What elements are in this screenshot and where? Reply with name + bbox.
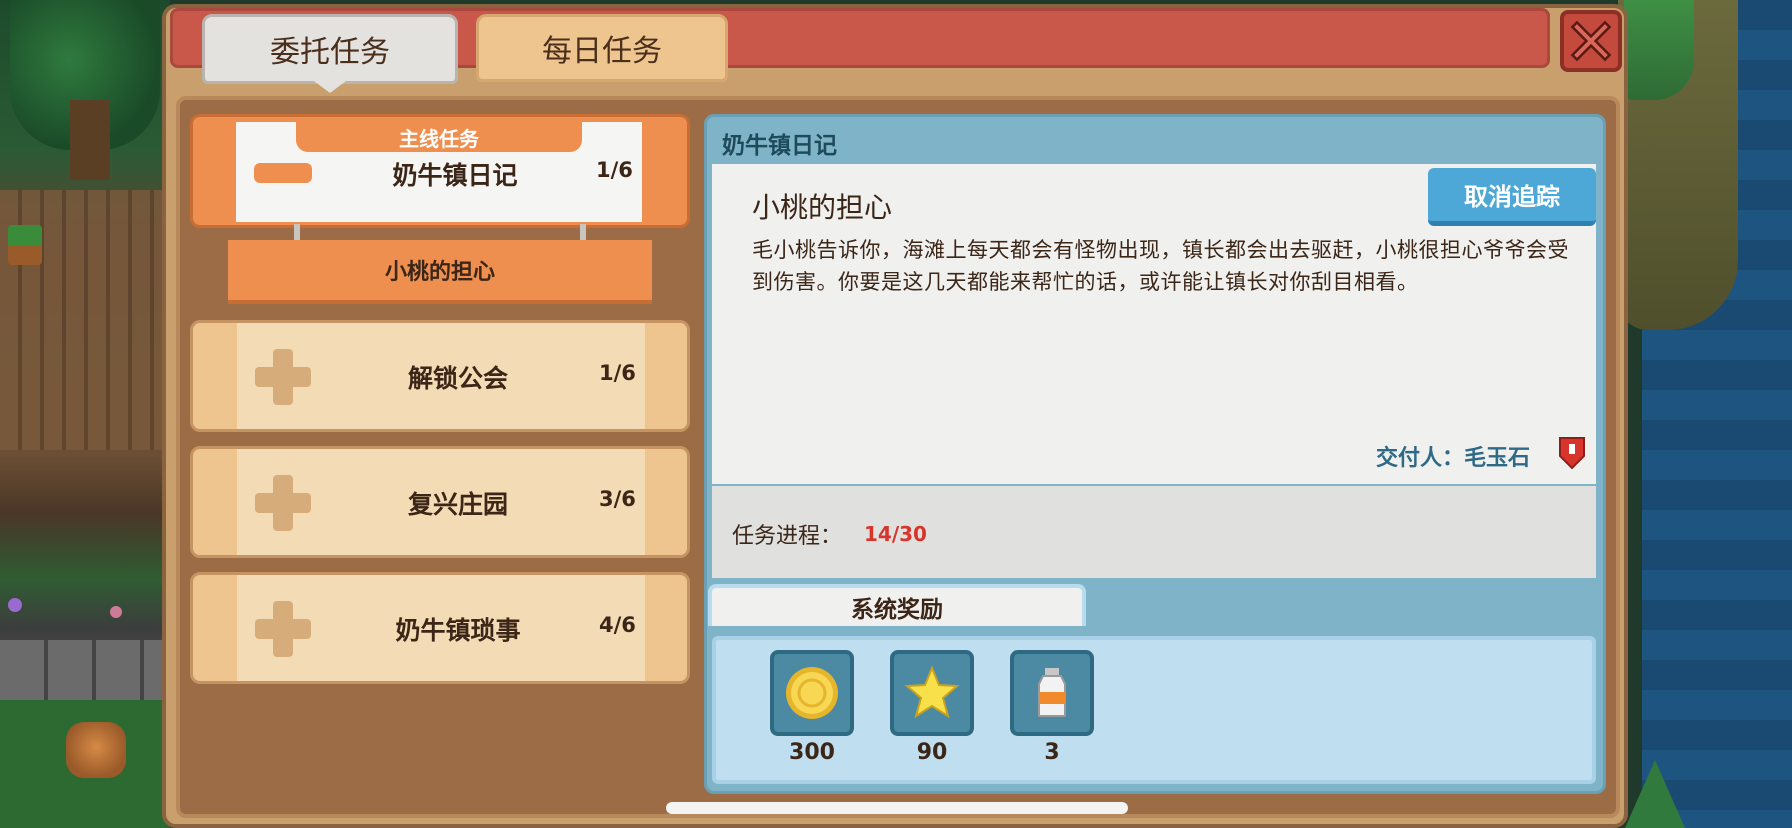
progress-value: 14/30 [864, 522, 927, 546]
location-pin-icon[interactable] [1556, 434, 1588, 470]
reward-quantity: 90 [916, 740, 948, 765]
expand-plus-icon [255, 601, 311, 657]
cancel-tracking-button[interactable]: 取消追踪 [1428, 168, 1596, 226]
home-indicator [666, 802, 1128, 814]
system-rewards-tab: 系统奖励 [708, 584, 1086, 626]
tab-daily-quests[interactable]: 每日任务 [476, 14, 728, 82]
detail-header: 奶牛镇日记 [722, 133, 837, 159]
star-icon [904, 665, 960, 719]
quest-item-count: 1/6 [599, 361, 636, 385]
quest-item-title: 解锁公会 [407, 364, 508, 393]
quest-item-count: 3/6 [599, 487, 636, 511]
reward-slot[interactable] [890, 650, 974, 736]
reward-slot[interactable] [1010, 650, 1094, 736]
collapse-icon[interactable] [254, 163, 312, 183]
flower [110, 606, 122, 618]
reward-slot[interactable] [770, 650, 854, 736]
milk-bottle-icon [1038, 668, 1066, 717]
progress-label: 任务进程： [732, 524, 843, 549]
close-button[interactable] [1560, 10, 1622, 72]
flower [8, 598, 22, 612]
quest-item[interactable]: 解锁公会 1/6 [190, 320, 690, 432]
main-quest-title: 奶牛镇日记 [392, 161, 518, 190]
expand-plus-icon [255, 349, 311, 405]
stone-wall [0, 640, 170, 700]
quest-description: 毛小桃告诉你，海滩上每天都会有怪物出现，镇长都会出去驱赶，小桃很担心爷爷会受到伤… [752, 238, 1569, 294]
quest-item-title: 复兴庄园 [407, 490, 508, 519]
gold-coin-icon [786, 667, 838, 719]
close-icon [1570, 20, 1612, 62]
reward-quantity: 3 [1044, 740, 1060, 765]
fox-character [66, 722, 126, 778]
main-quest-count: 1/6 [596, 158, 633, 182]
progress-area [712, 486, 1596, 578]
reward-quantity: 300 [789, 740, 835, 765]
main-quest-tag: 主线任务 [296, 122, 582, 152]
cliff-grass [1624, 0, 1694, 100]
expand-plus-icon [255, 475, 311, 531]
sub-quest-item[interactable]: 小桃的担心 [228, 240, 652, 304]
tab-commission-quests[interactable]: 委托任务 [202, 14, 458, 84]
quest-giver: 交付人：毛玉石 [1376, 446, 1531, 471]
quest-item-count: 4/6 [599, 613, 636, 637]
quest-item-title: 奶牛镇琐事 [395, 616, 521, 645]
potted-plant [8, 225, 42, 265]
quest-item[interactable]: 奶牛镇琐事 4/6 [190, 572, 690, 684]
quest-subtitle: 小桃的担心 [752, 191, 893, 224]
tree-trunk [70, 100, 110, 180]
quest-item[interactable]: 复兴庄园 3/6 [190, 446, 690, 558]
